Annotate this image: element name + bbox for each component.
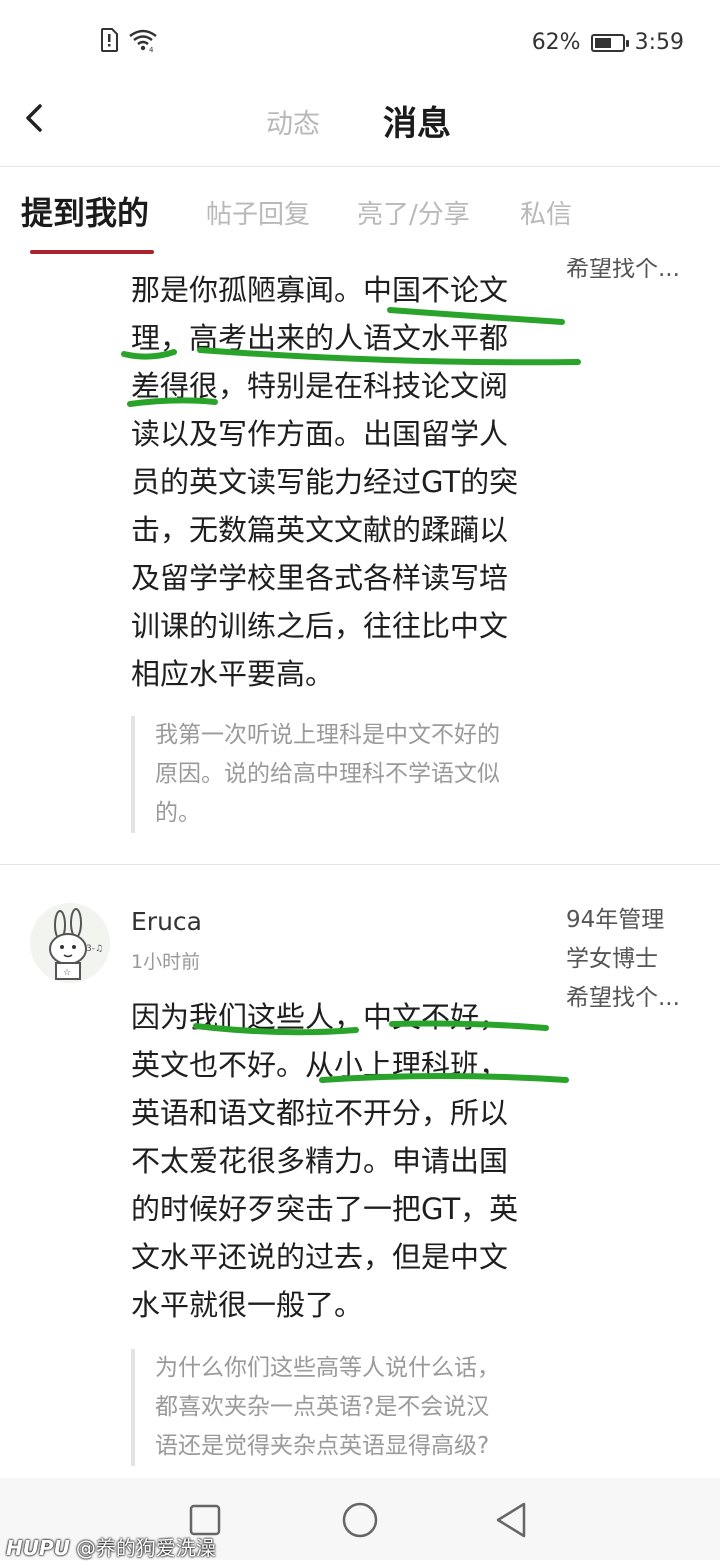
watermark-text: @养的狗爱洗澡 [75,1536,216,1560]
svg-text:4: 4 [149,46,154,52]
subtab-likes-shares[interactable]: 亮了/分享 [357,194,470,231]
quote-line: 我第一次听说上理科是中文不好的 [155,722,500,748]
list-item[interactable]: 希望找个... 那是你孤陋寡闻。中国不论文 理，高考出来的人语文水平都 差得很，… [0,258,720,865]
user-bio: 94年管理 学女博士 希望找个... [566,901,696,1018]
user-bio-line: 94年管理 [566,907,665,933]
reply-line: 因为我们这些人，中文不好， [131,1000,509,1034]
clock: 3:59 [634,30,684,55]
header: 动态 消息 [0,84,720,167]
reply-line: 及留学学校里各式各样读写培 [131,561,509,595]
username[interactable]: Eruca [131,907,202,936]
status-icons-right: 62% 3:59 [532,30,684,55]
subtab-private-messages[interactable]: 私信 [520,194,572,231]
quote-line: 都喜欢夹杂一点英语?是不会说汉 [155,1394,490,1420]
quote-line: 语还是觉得夹杂点英语显得高级? [155,1433,490,1459]
status-icons-left: 4 [100,28,158,52]
subtab-post-replies[interactable]: 帖子回复 [206,194,310,231]
reply-line: 那是你孤陋寡闻。中国不论文 [131,273,509,307]
back-triangle-icon[interactable] [490,1498,534,1542]
mentions-list[interactable]: 希望找个... 那是你孤陋寡闻。中国不论文 理，高考出来的人语文水平都 差得很，… [0,258,720,1478]
watermark: HUPU @养的狗爱洗澡 [6,1532,216,1561]
reply-text[interactable]: 因为我们这些人，中文不好， 英文也不好。从小上理科班， 英语和语文都拉不开分，所… [131,993,561,1329]
wifi-icon: 4 [129,29,157,52]
tab-dongtai[interactable]: 动态 [266,102,320,141]
reply-line: 不太爱花很多精力。申请出国 [131,1144,509,1178]
reply-line: 理，高考出来的人语文水平都 [131,321,509,355]
list-item[interactable]: ☆ 3-♫ Eruca 1小时前 94年管理 学女博士 希望找个... 因为我们… [0,865,720,1477]
tab-xiaoxi[interactable]: 消息 [383,96,451,145]
svg-text:3-♫: 3-♫ [86,944,103,954]
reply-line: 员的英文读写能力经过GT的突 [131,465,519,499]
active-tab-indicator [30,250,154,254]
message-subtabs: 提到我的 帖子回复 亮了/分享 私信 [0,166,720,258]
quote-line: 原因。说的给高中理科不学语文似 [155,761,500,787]
user-bio-line: 学女博士 [566,946,658,972]
reply-line: 水平就很一般了。 [131,1288,364,1322]
sim-icon [101,28,118,52]
reply-line: 差得很，特别是在科技论文阅 [131,369,509,403]
rabbit-avatar-icon: ☆ 3-♫ [49,908,103,980]
reply-text[interactable]: 那是你孤陋寡闻。中国不论文 理，高考出来的人语文水平都 差得很，特别是在科技论文… [131,266,561,698]
reply-line: 击，无数篇英文文献的蹂躏以 [131,513,509,547]
reply-line: 英文也不好。从小上理科班， [131,1048,509,1082]
back-arrow-icon[interactable] [18,100,54,136]
battery-icon [590,33,629,52]
reply-line: 训课的训练之后，往往比中文 [131,609,509,643]
battery-fill [594,37,611,48]
quoted-text[interactable]: 为什么你们这些高等人说什么话， 都喜欢夹杂一点英语?是不会说汉 语还是觉得夹杂点… [131,1349,575,1466]
reply-line: 英语和语文都拉不开分，所以 [131,1096,509,1130]
status-bar: 4 62% 3:59 [0,0,720,84]
watermark-brand: HUPU [6,1536,70,1560]
home-icon[interactable] [338,1498,382,1542]
user-bio: 希望找个... [566,258,696,289]
timestamp: 1小时前 [131,951,201,973]
reply-line: 的时候好歹突击了一把GT，英 [131,1192,519,1226]
user-bio-line: 希望找个... [566,985,680,1011]
subtab-mentions[interactable]: 提到我的 [21,188,149,234]
battery-percent: 62% [531,30,581,55]
quote-line: 为什么你们这些高等人说什么话， [155,1355,500,1381]
svg-text:☆: ☆ [63,968,71,978]
avatar[interactable]: ☆ 3-♫ [30,903,110,983]
reply-line: 文水平还说的过去，但是中文 [131,1240,509,1274]
reply-line: 读以及写作方面。出国留学人 [131,417,509,451]
reply-line: 相应水平要高。 [131,657,335,691]
quote-line: 的。 [155,800,201,826]
quoted-text[interactable]: 我第一次听说上理科是中文不好的 原因。说的给高中理科不学语文似 的。 [131,716,575,833]
user-bio-line: 希望找个... [566,258,680,282]
